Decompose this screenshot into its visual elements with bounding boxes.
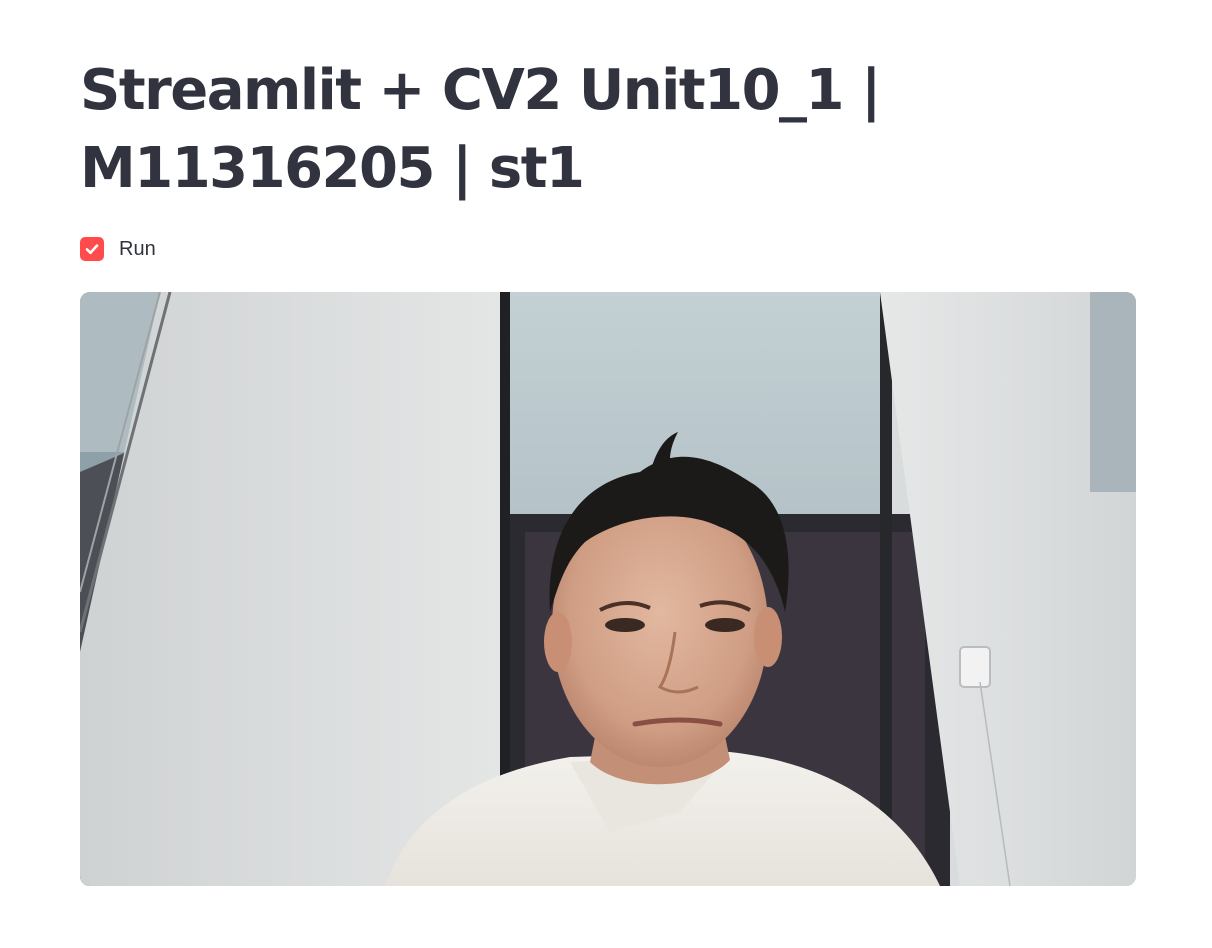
run-checkbox[interactable]: Run (80, 237, 1136, 261)
checkbox-box[interactable] (80, 237, 104, 261)
page-title: Streamlit + CV2 Unit10_1 | M11316205 | s… (80, 58, 881, 201)
main-content: Streamlit + CV2 Unit10_1 | M11316205 | s… (80, 0, 1136, 261)
video-frame (80, 292, 1136, 886)
webcam-image (80, 292, 1136, 886)
run-checkbox-label: Run (119, 237, 156, 260)
check-icon (85, 244, 99, 255)
